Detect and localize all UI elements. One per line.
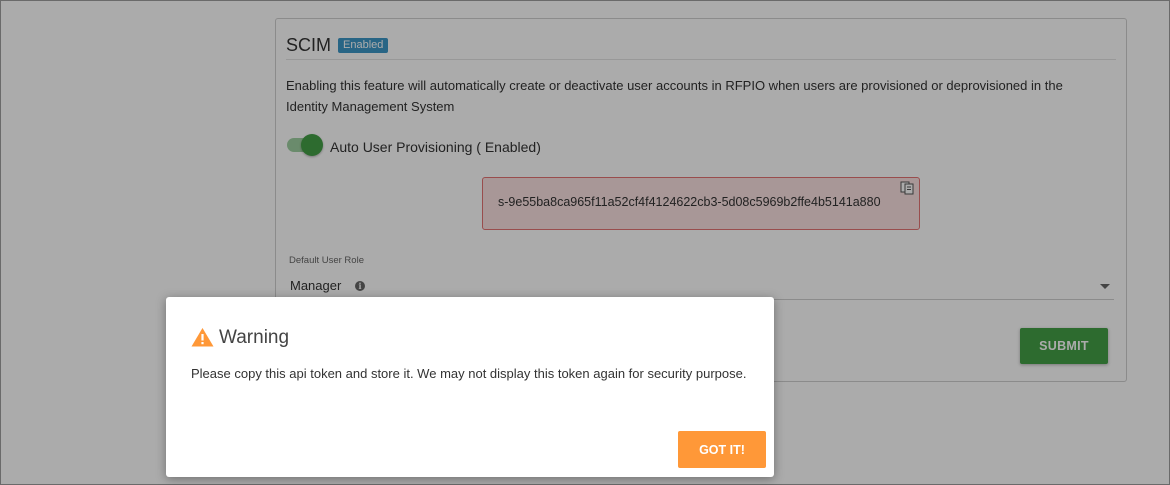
warning-dialog: Warning Please copy this api token and s… — [166, 297, 774, 477]
dialog-title: Warning — [219, 327, 290, 348]
dialog-message: Please copy this api token and store it.… — [191, 366, 747, 381]
got-it-button[interactable]: GOT IT! — [678, 431, 766, 468]
warning-triangle-icon — [191, 327, 214, 347]
